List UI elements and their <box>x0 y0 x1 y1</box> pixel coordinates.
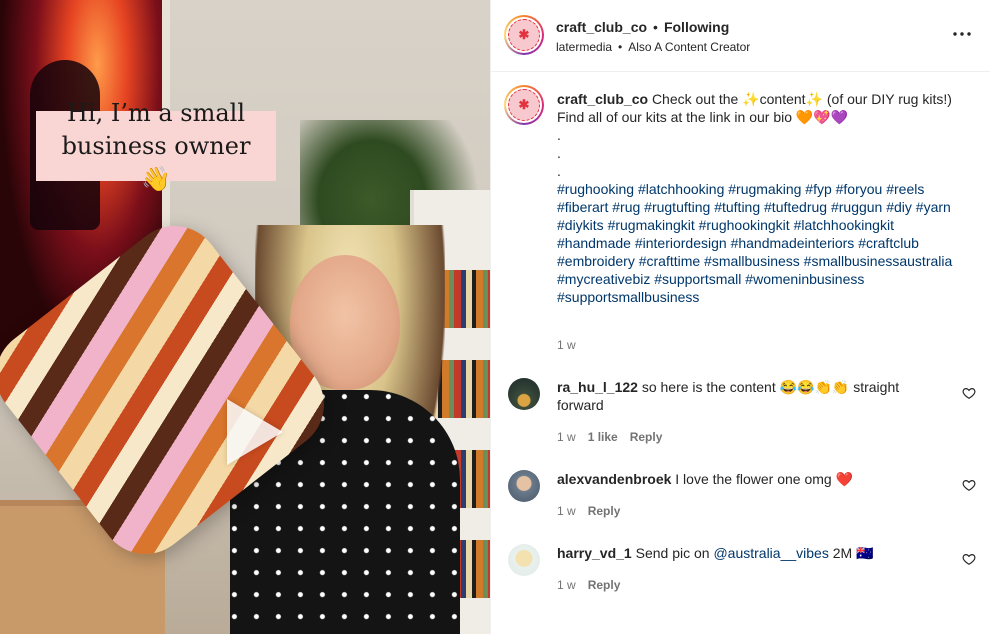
comment-time[interactable]: 1 w <box>557 578 576 592</box>
comment-username[interactable]: harry_vd_1 <box>557 545 632 561</box>
like-heart-icon[interactable] <box>962 386 976 400</box>
avatar[interactable] <box>508 378 540 410</box>
caption-line2: Find all of our kits at the link in our … <box>557 109 849 125</box>
more-options-icon[interactable] <box>952 24 972 44</box>
following-button[interactable]: Following <box>664 19 729 35</box>
comment-text: Send pic on <box>635 545 710 561</box>
hashtags[interactable]: #rughooking #latchhooking #rugmaking #fy… <box>557 180 967 306</box>
avatar[interactable] <box>508 470 540 502</box>
craft-club-logo-icon: ✱ <box>508 89 540 121</box>
post-header: ✱ craft_club_co • Following latermedia •… <box>491 0 990 72</box>
comment-time[interactable]: 1 w <box>557 430 576 444</box>
reply-button[interactable]: Reply <box>630 430 663 444</box>
caption-dot: . <box>557 163 561 179</box>
separator-dot: • <box>618 40 623 54</box>
separator-dot: • <box>653 19 658 35</box>
collab-label: Also A Content Creator <box>628 40 751 54</box>
caption-avatar[interactable]: ✱ <box>504 85 544 125</box>
comment-text: I love the flower one omg ❤️ <box>675 471 854 487</box>
avatar[interactable] <box>508 544 540 576</box>
video-overlay-caption: Hi, I’m a small business owner 👋 <box>36 99 276 193</box>
header-username[interactable]: craft_club_co <box>556 19 647 35</box>
post-details-panel: ✱ craft_club_co • Following latermedia •… <box>490 0 990 634</box>
comment-time[interactable]: 1 w <box>557 504 576 518</box>
overlay-caption-line2: business owner 👋 <box>61 131 251 193</box>
play-button[interactable] <box>214 396 286 468</box>
caption-text: Check out the ✨content✨ (of our DIY rug … <box>651 91 952 107</box>
caption-dot: . <box>557 127 561 143</box>
account-avatar[interactable]: ✱ <box>504 15 544 55</box>
comment-username[interactable]: ra_hu_l_122 <box>557 379 638 395</box>
comment-username[interactable]: alexvandenbroek <box>557 471 671 487</box>
mention-link[interactable]: @australia__vibes <box>713 545 828 561</box>
post-caption: craft_club_co Check out the ✨content✨ (o… <box>557 90 967 306</box>
like-heart-icon[interactable] <box>962 478 976 492</box>
collab-username[interactable]: latermedia <box>556 40 612 54</box>
caption-dot: . <box>557 145 561 161</box>
craft-club-logo-icon: ✱ <box>508 19 540 51</box>
overlay-caption-line1: Hi, I’m a small <box>66 98 246 127</box>
post-timestamp[interactable]: 1 w <box>557 338 576 352</box>
reply-button[interactable]: Reply <box>588 578 621 592</box>
reply-button[interactable]: Reply <box>588 504 621 518</box>
comment-likes[interactable]: 1 like <box>588 430 618 444</box>
caption-username[interactable]: craft_club_co <box>557 91 648 107</box>
post-video[interactable]: Hi, I’m a small business owner 👋 <box>0 0 490 634</box>
like-heart-icon[interactable] <box>962 552 976 566</box>
comment-text-suffix: 2M 🇦🇺 <box>832 545 874 561</box>
play-icon <box>227 399 283 465</box>
